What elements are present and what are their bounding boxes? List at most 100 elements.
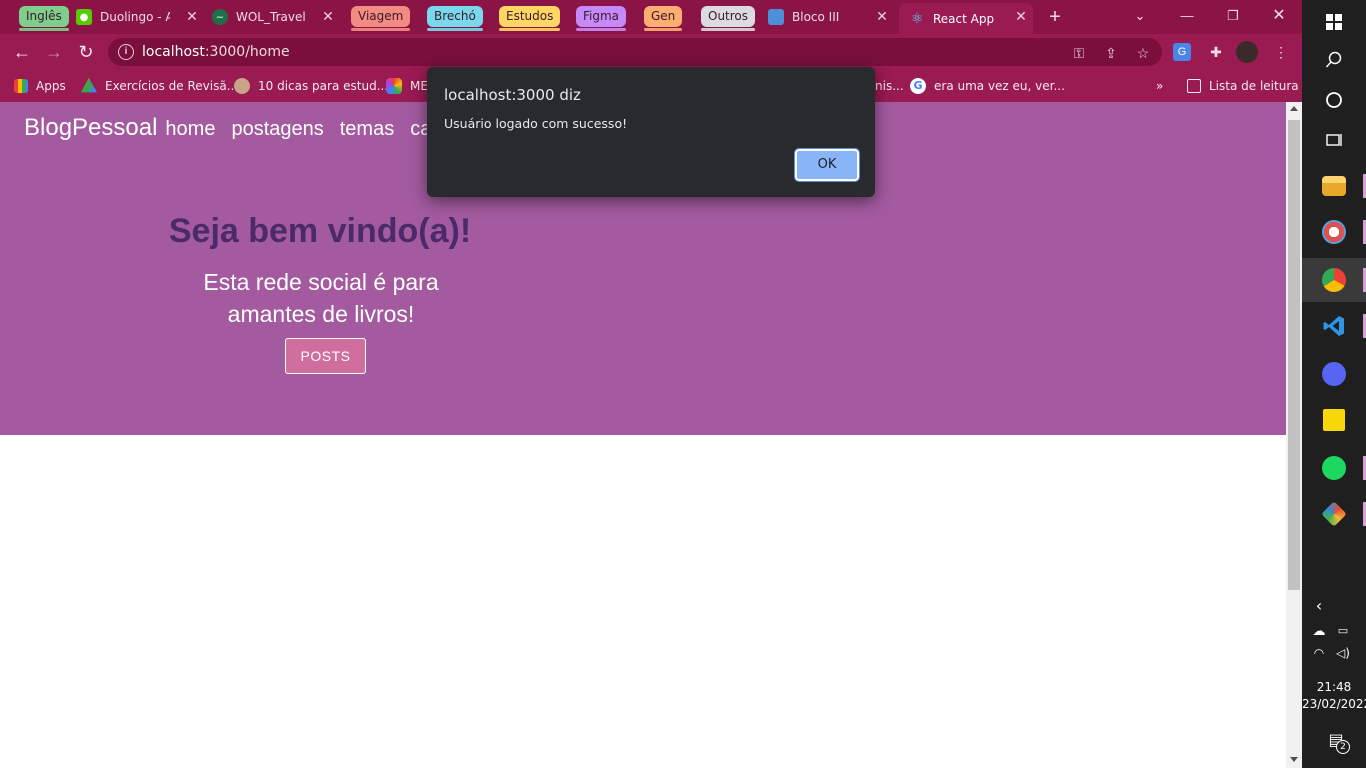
browser-toolbar: ← → ↻ i localhost:3000/home ⚿ ⇪ ☆ G ✚ ⋮ [0,34,1302,70]
tab-group-gen[interactable]: Gen [644,6,683,31]
profile-avatar[interactable] [1236,41,1258,63]
tab-group-ingles[interactable]: Inglês [19,6,69,31]
scroll-up-arrow-icon[interactable] [1290,106,1298,111]
nav-link-home[interactable]: home [165,118,215,141]
chrome-icon [1322,268,1346,292]
page-scrollbar[interactable] [1286,102,1302,768]
colorful-icon [386,78,402,94]
subtitle-line: Esta rede social é para [203,269,439,295]
address-bar[interactable]: i localhost:3000/home ⚿ ⇪ ☆ [108,38,1162,66]
bookmark-dicas[interactable]: 10 dicas para estud... [234,76,388,96]
search-button[interactable] [1302,38,1366,82]
scroll-thumb[interactable] [1288,120,1300,590]
taskbar-app-vscode[interactable] [1302,304,1366,348]
sticky-notes-icon [1323,409,1345,431]
tab-group-estudos[interactable]: Estudos [499,6,561,31]
forward-button[interactable]: → [42,40,66,64]
close-icon[interactable]: ✕ [1013,9,1029,25]
tab-title: Bloco III [792,10,840,24]
duolingo-icon: ● [76,9,92,25]
taskbar-app-snip[interactable] [1302,210,1366,254]
bookmark-label: Exercícios de Revisã... [105,79,239,93]
monitor-icon [768,9,784,25]
posts-button[interactable]: POSTS [285,338,366,374]
clock-date[interactable]: 23/02/2022 [1302,697,1366,711]
volume-icon[interactable]: ◁) [1334,646,1352,660]
bookmark-me[interactable]: ME [386,76,428,96]
paint-icon [1322,220,1346,244]
site-info-icon[interactable]: i [118,44,134,60]
bookmark-era-uma-vez[interactable]: G era uma vez eu, ver... [910,76,1065,96]
dialog-message: Usuário logado com sucesso! [444,116,628,131]
notification-count-badge: 2 [1336,740,1350,754]
bookmark-label: era uma vez eu, ver... [934,79,1065,93]
welcome-heading: Seja bem vindo(a)! [168,212,472,250]
tab-search-icon[interactable]: ⌄ [1125,4,1155,28]
taskbar-app-sticky-notes[interactable] [1302,398,1366,442]
dialog-ok-button[interactable]: OK [794,148,860,182]
minimize-button[interactable]: — [1172,4,1202,28]
cortana-circle-icon [1326,92,1342,108]
tab-wol-traveler[interactable]: ~ WOL_Travele ✕ [212,3,340,31]
task-view-icon [1326,134,1342,146]
battery-icon[interactable]: ▭ [1334,624,1352,637]
wifi-icon[interactable]: ◠ [1310,646,1328,660]
translate-extension-icon[interactable]: G [1173,43,1191,61]
reload-button[interactable]: ↻ [74,40,98,64]
new-tab-button[interactable]: + [1044,6,1066,28]
taskbar-app-git[interactable] [1302,492,1366,536]
menu-icon[interactable]: ⋮ [1270,41,1292,63]
star-icon[interactable]: ☆ [1134,44,1152,62]
react-icon: ⚛ [910,10,924,27]
key-icon[interactable]: ⚿ [1070,44,1088,62]
tab-group-viagem[interactable]: Viagem [351,6,411,31]
onedrive-cloud-icon[interactable]: ☁ [1310,624,1328,639]
dialog-title: localhost:3000 diz [444,86,581,104]
close-window-button[interactable]: ✕ [1264,4,1294,28]
drive-icon [81,78,97,93]
tab-group-brecho[interactable]: Brechó [427,6,483,31]
bookmark-apps[interactable]: Apps [14,76,66,96]
nav-link-postagens[interactable]: postagens [231,118,323,141]
reading-list-icon [1187,79,1201,93]
bookmark-label: ME [410,79,428,93]
scroll-down-arrow-icon[interactable] [1290,757,1298,762]
taskbar-app-explorer[interactable] [1302,164,1366,208]
taskbar-app-spotify[interactable] [1302,446,1366,490]
close-icon[interactable]: ✕ [184,9,200,25]
site-brand[interactable]: BlogPessoal [24,114,157,142]
task-view-button[interactable] [1302,118,1366,162]
tab-bloco-iii[interactable]: Bloco III ✕ [768,3,894,31]
share-icon[interactable]: ⇪ [1102,44,1120,62]
bookmarks-overflow[interactable]: » [1156,76,1163,96]
tab-duolingo[interactable]: ● Duolingo - A ✕ [76,3,204,31]
restore-button[interactable]: ❐ [1218,4,1248,28]
taskbar-app-discord[interactable] [1302,352,1366,396]
extensions-icon[interactable]: ✚ [1205,41,1227,63]
cortana-button[interactable] [1302,78,1366,122]
alert-dialog: localhost:3000 diz Usuário logado com su… [427,67,875,197]
windows-logo-icon [1326,14,1342,30]
tab-group-figma[interactable]: Figma [576,6,627,31]
chevron-left-icon[interactable]: ‹ [1312,596,1326,615]
bookmark-label: Apps [36,79,66,93]
bookmark-exercicios[interactable]: Exercícios de Revisã... [81,76,238,96]
reading-list-label: Lista de leitura [1209,79,1299,93]
tab-react-app[interactable]: ⚛ React App ✕ [899,3,1033,34]
tab-group-outros[interactable]: Outros [701,6,756,31]
close-icon[interactable]: ✕ [874,9,890,25]
welcome-subtitle: Esta rede social é para amantes de livro… [171,266,471,330]
url-path: :3000/home [204,44,290,60]
bookmark-partial[interactable]: nis... [875,76,904,96]
clock-time[interactable]: 21:48 [1302,680,1366,694]
page-content: BlogPessoal home postagens temas ca Seja… [0,102,1286,768]
close-icon[interactable]: ✕ [320,9,336,25]
nav-link-temas[interactable]: temas [340,118,394,141]
back-button[interactable]: ← [10,40,34,64]
taskbar-app-chrome[interactable] [1302,258,1366,302]
site-navbar: BlogPessoal home postagens temas ca [24,114,447,144]
folder-icon [1322,176,1346,196]
avatar-icon [234,78,250,94]
reading-list[interactable]: Lista de leitura [1187,76,1299,96]
url-host: localhost [142,44,205,60]
